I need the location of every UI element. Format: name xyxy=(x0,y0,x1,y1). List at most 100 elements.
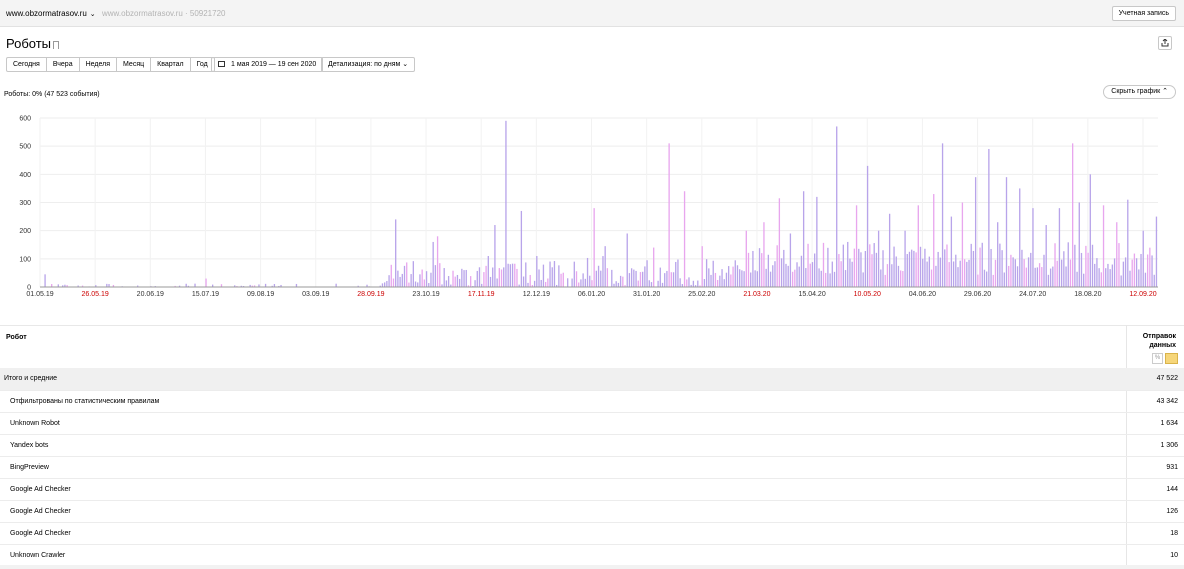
chart-bar[interactable] xyxy=(1008,265,1010,287)
chart-bar[interactable] xyxy=(573,261,575,287)
chart-bar[interactable] xyxy=(456,274,459,287)
chart-bar[interactable] xyxy=(611,269,613,287)
chart-bar[interactable] xyxy=(439,263,441,287)
chart-bar[interactable] xyxy=(1001,250,1003,287)
chart-bar[interactable] xyxy=(836,126,838,287)
chart-bar[interactable] xyxy=(445,280,448,287)
chart-bar[interactable] xyxy=(664,273,666,287)
chart-bar[interactable] xyxy=(829,273,831,287)
chart-bar[interactable] xyxy=(500,269,503,287)
table-row[interactable]: Google Ad Checker 18 xyxy=(0,523,1184,545)
chart-bar[interactable] xyxy=(1052,266,1054,287)
table-row[interactable]: Unknown Robot 1 634 xyxy=(0,413,1184,435)
chart-bar[interactable] xyxy=(454,276,456,287)
chart-bar[interactable] xyxy=(1010,254,1012,287)
chart-bar[interactable] xyxy=(871,254,873,287)
chart-bar[interactable] xyxy=(758,248,761,287)
chart-bar[interactable] xyxy=(436,236,439,287)
chart-bar[interactable] xyxy=(452,270,454,287)
chart-bar[interactable] xyxy=(725,272,728,287)
chart-bar[interactable] xyxy=(648,280,650,287)
chart-bar[interactable] xyxy=(547,278,549,287)
chart-bar[interactable] xyxy=(787,265,789,287)
chart-bar[interactable] xyxy=(600,270,602,287)
table-row[interactable]: Google Ad Checker 126 xyxy=(0,501,1184,523)
chart-bar[interactable] xyxy=(780,258,783,287)
chart-bar[interactable] xyxy=(741,270,743,287)
chart-bar[interactable] xyxy=(1023,259,1025,287)
chart-bar[interactable] xyxy=(1036,267,1039,287)
table-row[interactable]: BingPreview 931 xyxy=(0,457,1184,479)
chart-bar[interactable] xyxy=(536,256,538,287)
chart-bar[interactable] xyxy=(582,273,584,287)
table-row[interactable]: Yandex bots 1 306 xyxy=(0,435,1184,457)
chart-bar[interactable] xyxy=(968,259,970,287)
chart-bar[interactable] xyxy=(465,269,467,287)
chart-bar[interactable] xyxy=(941,143,944,287)
chart-bar[interactable] xyxy=(430,272,432,287)
chart-bar[interactable] xyxy=(802,191,805,287)
chart-bar[interactable] xyxy=(1118,243,1120,287)
chart-bar[interactable] xyxy=(1054,243,1056,287)
chart-bar[interactable] xyxy=(952,261,955,287)
chart-bar[interactable] xyxy=(957,267,959,287)
chart-bar[interactable] xyxy=(489,276,492,287)
chart-bar[interactable] xyxy=(917,205,919,287)
chart-bar[interactable] xyxy=(1060,259,1063,287)
chart-bar[interactable] xyxy=(1058,208,1061,287)
chart-bar[interactable] xyxy=(388,275,390,287)
chart-bar[interactable] xyxy=(805,268,807,287)
chart-bar[interactable] xyxy=(877,230,880,287)
chart-bar[interactable] xyxy=(622,276,624,287)
chart-bar[interactable] xyxy=(637,280,639,287)
chart-bar[interactable] xyxy=(401,273,403,287)
chart-bar[interactable] xyxy=(873,243,875,287)
chart-bar[interactable] xyxy=(851,261,853,287)
chart-bar[interactable] xyxy=(679,278,681,287)
chart-bar[interactable] xyxy=(880,269,882,287)
chart-bar[interactable] xyxy=(1127,199,1129,287)
chart-bar[interactable] xyxy=(659,267,661,287)
chart-bar[interactable] xyxy=(692,280,695,287)
chart-bar[interactable] xyxy=(635,270,637,287)
chart-bar[interactable] xyxy=(1133,253,1136,287)
chart-bar[interactable] xyxy=(906,254,908,287)
chart-bar[interactable] xyxy=(538,269,540,287)
chart-bar[interactable] xyxy=(855,205,858,287)
chart-bar[interactable] xyxy=(723,279,725,287)
chart-bar[interactable] xyxy=(948,262,950,287)
chart-bar[interactable] xyxy=(716,280,719,287)
chart-bar[interactable] xyxy=(860,252,862,287)
chart-bar[interactable] xyxy=(897,265,900,287)
chart-bar[interactable] xyxy=(911,249,913,287)
chart-bar[interactable] xyxy=(447,276,450,287)
chart-bar[interactable] xyxy=(862,272,864,287)
chart-bar[interactable] xyxy=(747,252,750,287)
chart-bar[interactable] xyxy=(1005,177,1008,287)
chart-bar[interactable] xyxy=(516,268,518,287)
hide-chart-button[interactable]: Скрыть график ⌃ xyxy=(1103,85,1176,99)
chart-bar[interactable] xyxy=(511,263,514,287)
chart-bar[interactable] xyxy=(959,260,961,287)
chart-bar[interactable] xyxy=(816,196,818,287)
chart-bar[interactable] xyxy=(406,262,408,287)
detail-dropdown[interactable]: Детализация: по дням ⌄ xyxy=(321,57,416,72)
chart-bar[interactable] xyxy=(1146,254,1149,287)
chart-bar[interactable] xyxy=(653,247,655,287)
chart-bar[interactable] xyxy=(496,278,498,287)
chart-bar[interactable] xyxy=(1019,188,1021,287)
chart-bar[interactable] xyxy=(1113,258,1116,287)
chart-bar[interactable] xyxy=(615,281,617,287)
chart-bar[interactable] xyxy=(988,148,990,287)
chart-bar[interactable] xyxy=(761,253,763,287)
chart-bar[interactable] xyxy=(1045,225,1047,287)
chart-bar[interactable] xyxy=(549,261,551,287)
site-selector[interactable]: www.obzormatrasov.ru ⌄ xyxy=(6,9,96,18)
period-yesterday-button[interactable]: Вчера xyxy=(45,57,80,72)
chart-bar[interactable] xyxy=(950,216,953,287)
chart-bar[interactable] xyxy=(767,254,770,287)
bar-mode-button[interactable] xyxy=(1165,353,1178,364)
chart-bar[interactable] xyxy=(990,248,992,287)
chart-bar[interactable] xyxy=(584,278,586,287)
chart-bar[interactable] xyxy=(1083,273,1085,287)
